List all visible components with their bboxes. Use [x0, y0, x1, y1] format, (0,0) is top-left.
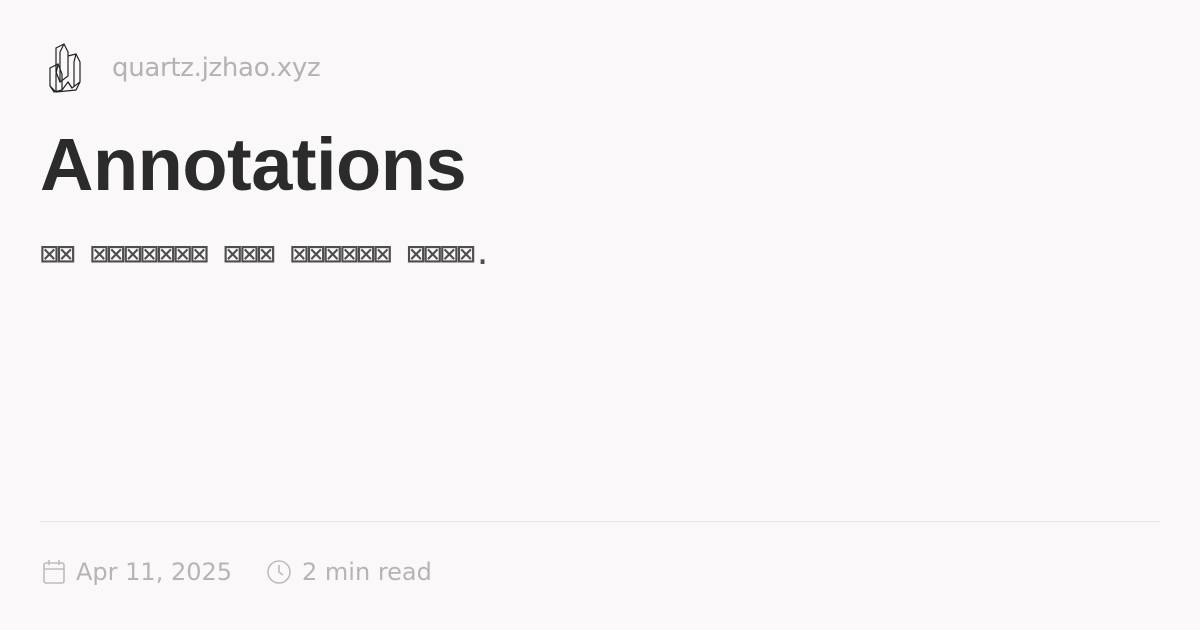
- reading-time: 2 min read: [302, 558, 432, 586]
- reading-time-meta: 2 min read: [266, 558, 432, 586]
- site-domain[interactable]: quartz.jzhao.xyz: [112, 53, 321, 83]
- site-header: quartz.jzhao.xyz: [46, 42, 321, 94]
- publish-date: Apr 11, 2025: [76, 558, 233, 586]
- divider: [40, 521, 1160, 522]
- clock-icon: [267, 560, 291, 584]
- date-meta: Apr 11, 2025: [42, 558, 232, 586]
- page-description: ⊠⊠ ⊠⊠⊠⊠⊠⊠⊠ ⊠⊠⊠ ⊠⊠⊠⊠⊠⊠ ⊠⊠⊠⊠.: [40, 236, 492, 272]
- calendar-icon: [43, 560, 65, 584]
- quartz-crystal-icon: [49, 43, 81, 93]
- page-meta: Apr 11, 2025 2 min read: [42, 558, 466, 586]
- page-title: Annotations: [40, 123, 467, 206]
